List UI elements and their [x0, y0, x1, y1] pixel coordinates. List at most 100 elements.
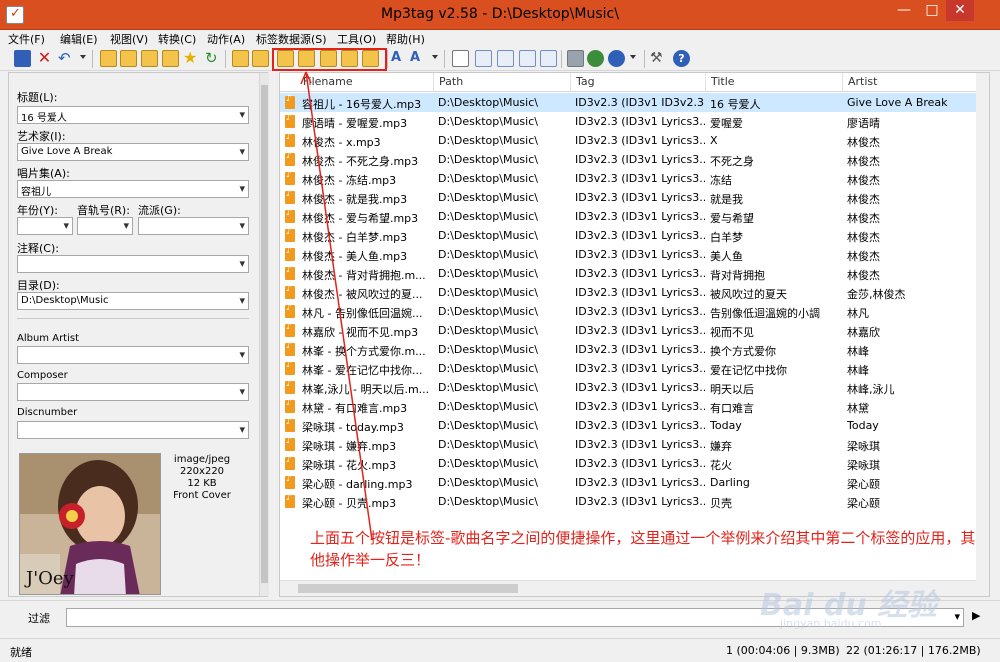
close-button[interactable]: ✕	[946, 0, 974, 21]
column-divider[interactable]	[705, 73, 706, 92]
column-header[interactable]: Filename	[303, 75, 353, 88]
table-row[interactable]: 廖语晴 - 爱喔爱.mp3 D:\Desktop\Music\ ID3v2.3 (I…	[280, 112, 989, 131]
table-cell: 不死之身	[710, 155, 754, 168]
folder-change-icon[interactable]	[100, 50, 117, 67]
freedb-icon[interactable]	[567, 50, 584, 67]
edit-icon[interactable]	[452, 50, 469, 67]
year-field[interactable]	[17, 217, 73, 235]
table-row[interactable]: 林黛 - 有口难言.mp3 D:\Desktop\Music\ ID3v2.3 (I…	[280, 397, 989, 416]
table-row[interactable]: 梁咏琪 - 花火.mp3 D:\Desktop\Music\ ID3v2.3 (ID…	[280, 454, 989, 473]
table-row[interactable]: 梁咏琪 - 嫌弃.mp3 D:\Desktop\Music\ ID3v2.3 (ID…	[280, 435, 989, 454]
table-row[interactable]: 林俊杰 - 就是我.mp3 D:\Desktop\Music\ ID3v2.3 (I…	[280, 188, 989, 207]
column-divider[interactable]	[842, 73, 843, 92]
minimize-button[interactable]: —	[890, 0, 918, 21]
chevron-down-icon[interactable]	[432, 55, 438, 59]
composer-field[interactable]	[17, 383, 249, 401]
menu-item[interactable]: 文件(F)	[8, 31, 45, 47]
column-header[interactable]: Artist	[848, 75, 877, 88]
table-row[interactable]: 林俊杰 - 被风吹过的夏... D:\Desktop\Music\ ID3v2.3 …	[280, 283, 989, 302]
table-cell: Today	[847, 419, 879, 432]
table-row[interactable]: 林俊杰 - 背对背拥抱.m... D:\Desktop\Music\ ID3v2.3…	[280, 264, 989, 283]
table-row[interactable]: 林嘉欣 - 视而不见.mp3 D:\Desktop\Music\ ID3v2.3 (…	[280, 321, 989, 340]
table-row[interactable]: 林俊杰 - 美人鱼.mp3 D:\Desktop\Music\ ID3v2.3 (I…	[280, 245, 989, 264]
folder-open-icon[interactable]	[141, 50, 158, 67]
menu-item[interactable]: 标签数据源(S)	[256, 31, 327, 47]
case-conversion-icon[interactable]: A	[391, 50, 408, 67]
table-row[interactable]: 梁咏琪 - today.mp3 D:\Desktop\Music\ ID3v2.3 …	[280, 416, 989, 435]
panel-divider	[17, 318, 249, 319]
tag-panel-scrollbar[interactable]	[259, 73, 269, 596]
table-cell: 爱在记忆中找你	[710, 364, 787, 377]
table-cell: ID3v2.3 (ID3v1 Lyrics3...	[575, 267, 705, 280]
lock-folder-icon[interactable]	[232, 50, 249, 67]
comment-field[interactable]	[17, 255, 249, 273]
undo-icon[interactable]: ↶	[58, 50, 75, 67]
composer-label: Composer	[17, 370, 68, 381]
table-row[interactable]: 林俊杰 - x.mp3 D:\Desktop\Music\ ID3v2.3 (ID3…	[280, 131, 989, 150]
maximize-button[interactable]: □	[918, 0, 946, 21]
table-cell: X	[710, 134, 718, 147]
tag-source-icon[interactable]	[608, 50, 625, 67]
folder-add-icon[interactable]	[120, 50, 137, 67]
column-divider[interactable]	[433, 73, 434, 92]
tools-icon[interactable]: ⚒	[650, 50, 667, 67]
track-field[interactable]	[77, 217, 133, 235]
help-icon[interactable]: ?	[673, 50, 690, 67]
table-cell: ID3v2.3 (ID3v1 Lyrics3...	[575, 438, 705, 451]
table-row[interactable]: 林俊杰 - 不死之身.mp3 D:\Desktop\Music\ ID3v2.3 (…	[280, 150, 989, 169]
column-header[interactable]: Tag	[576, 75, 595, 88]
table-cell: ID3v2.3 (ID3v1 Lyrics3...	[575, 495, 705, 508]
web-source-icon[interactable]	[587, 50, 604, 67]
table-cell: D:\Desktop\Music\	[438, 419, 538, 432]
genre-field[interactable]	[138, 217, 249, 235]
table-row[interactable]: 林峯 - 换个方式爱你.m... D:\Desktop\Music\ ID3v2.3…	[280, 340, 989, 359]
export-icon[interactable]	[497, 50, 514, 67]
menu-item[interactable]: 编辑(E)	[60, 31, 98, 47]
table-row[interactable]: 梁心颐 - 贝壳.mp3 D:\Desktop\Music\ ID3v2.3 (ID…	[280, 492, 989, 511]
table-cell: 林俊杰 - 不死之身.mp3	[302, 155, 419, 168]
album-field[interactable]: 容祖儿	[17, 180, 249, 198]
annotation-text: 上面五个按钮是标签-歌曲名字之间的便捷操作，这里通过一个举例来介绍其中第二个标签…	[310, 529, 976, 569]
folder-favorite-icon[interactable]	[162, 50, 179, 67]
title-field[interactable]: 16 号爱人	[17, 106, 249, 124]
table-cell: 贝壳	[710, 497, 732, 510]
table-row[interactable]: 梁心颐 - darling.mp3 D:\Desktop\Music\ ID3v2.…	[280, 473, 989, 492]
album-artist-field[interactable]	[17, 346, 249, 364]
menu-item[interactable]: 转换(C)	[158, 31, 196, 47]
menu-item[interactable]: 动作(A)	[207, 31, 245, 47]
column-divider[interactable]	[570, 73, 571, 92]
table-cell: 就是我	[710, 193, 743, 206]
column-header[interactable]: Title	[711, 75, 735, 88]
discnumber-field[interactable]	[17, 421, 249, 439]
text-format-icon[interactable]: A	[410, 50, 427, 67]
cover-art-image[interactable]: J'Oey	[19, 453, 161, 595]
save-icon[interactable]	[14, 50, 31, 67]
mp3-file-icon	[285, 436, 295, 451]
chevron-down-icon[interactable]	[630, 55, 636, 59]
column-header[interactable]: Path	[439, 75, 463, 88]
table-row[interactable]: 林俊杰 - 爱与希望.mp3 D:\Desktop\Music\ ID3v2.3 (…	[280, 207, 989, 226]
table-row[interactable]: 容祖儿 - 16号爱人.mp3 D:\Desktop\Music\ ID3v2.3 …	[280, 93, 989, 112]
playlist-icon[interactable]	[540, 50, 557, 67]
table-cell: 林俊杰	[847, 155, 880, 168]
table-row[interactable]: 林俊杰 - 白羊梦.mp3 D:\Desktop\Music\ ID3v2.3 (I…	[280, 226, 989, 245]
table-cell: ID3v2.3 (ID3v1 Lyrics3...	[575, 286, 705, 299]
refresh-icon[interactable]: ↻	[205, 50, 222, 67]
menu-item[interactable]: 工具(O)	[337, 31, 376, 47]
table-row[interactable]: 林凡 - 告别像低回温婉... D:\Desktop\Music\ ID3v2.3 …	[280, 302, 989, 321]
directory-field[interactable]: D:\Desktop\Music	[17, 292, 249, 310]
table-row[interactable]: 林峯,泳儿 - 明天以后.m... D:\Desktop\Music\ ID3v2.…	[280, 378, 989, 397]
import-icon[interactable]	[519, 50, 536, 67]
vertical-scrollbar[interactable]	[976, 73, 989, 596]
table-cell: D:\Desktop\Music\	[438, 115, 538, 128]
table-row[interactable]: 林峯 - 爱在记忆中找你... D:\Desktop\Music\ ID3v2.3 …	[280, 359, 989, 378]
menu-item[interactable]: 视图(V)	[110, 31, 148, 47]
menu-item[interactable]: 帮助(H)	[386, 31, 425, 47]
auto-number-icon[interactable]	[475, 50, 492, 67]
table-row[interactable]: 林俊杰 - 冻结.mp3 D:\Desktop\Music\ ID3v2.3 (ID…	[280, 169, 989, 188]
unlock-folder-icon[interactable]	[252, 50, 269, 67]
star-icon[interactable]: ★	[183, 50, 200, 67]
remove-tag-icon[interactable]: ✕	[36, 50, 53, 67]
chevron-down-icon[interactable]	[80, 55, 86, 59]
artist-field[interactable]: Give Love A Break	[17, 143, 249, 161]
